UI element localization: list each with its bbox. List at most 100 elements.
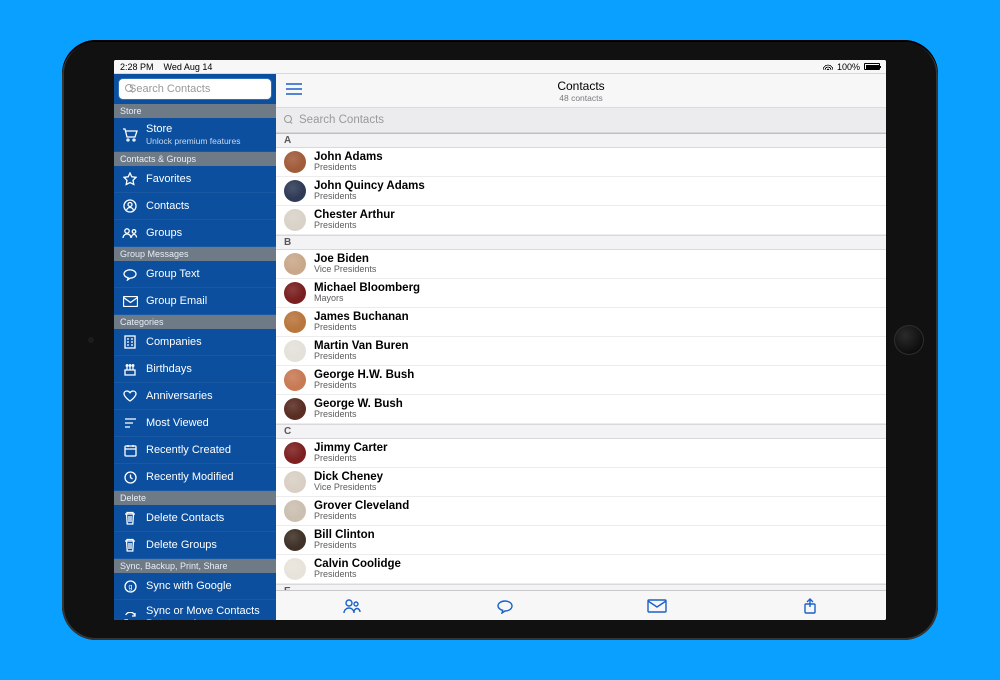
avatar bbox=[284, 398, 306, 420]
tab-email[interactable] bbox=[581, 599, 734, 613]
avatar bbox=[284, 500, 306, 522]
avatar bbox=[284, 340, 306, 362]
contact-row[interactable]: Martin Van BurenPresidents bbox=[276, 337, 886, 366]
sidebar-item-label: Recently Created bbox=[146, 444, 268, 457]
contact-group: Presidents bbox=[314, 352, 409, 361]
sidebar-item[interactable]: Sync or Move Contacts Between Accounts bbox=[114, 600, 276, 620]
sidebar-item[interactable]: Delete Groups bbox=[114, 532, 276, 559]
sidebar-item-label: Most Viewed bbox=[146, 417, 268, 430]
avatar bbox=[284, 180, 306, 202]
sidebar-item-label: Favorites bbox=[146, 173, 268, 186]
google-icon: g bbox=[122, 578, 138, 594]
sidebar-item-label: Birthdays bbox=[146, 363, 268, 376]
avatar bbox=[284, 311, 306, 333]
tab-contacts[interactable] bbox=[276, 598, 429, 614]
sidebar-search-input[interactable] bbox=[129, 83, 271, 95]
tab-messages[interactable] bbox=[429, 598, 582, 614]
camera-dot bbox=[88, 337, 94, 343]
contact-row[interactable]: John Quincy AdamsPresidents bbox=[276, 177, 886, 206]
sidebar-item[interactable]: Group Email bbox=[114, 288, 276, 315]
envelope-icon bbox=[122, 293, 138, 309]
star-icon bbox=[122, 171, 138, 187]
tab-share[interactable] bbox=[734, 598, 887, 614]
main-search-input[interactable] bbox=[299, 114, 878, 126]
sidebar-item[interactable]: Favorites bbox=[114, 166, 276, 193]
sidebar-section-header: Categories bbox=[114, 315, 276, 329]
avatar bbox=[284, 558, 306, 580]
contact-row[interactable]: George H.W. BushPresidents bbox=[276, 366, 886, 395]
contact-row[interactable]: Bill ClintonPresidents bbox=[276, 526, 886, 555]
sidebar-item-label: Groups bbox=[146, 227, 268, 240]
tab-bar bbox=[276, 590, 886, 620]
sidebar-item[interactable]: Delete Contacts bbox=[114, 505, 276, 532]
contact-group: Vice Presidents bbox=[314, 265, 376, 274]
cart-icon bbox=[122, 127, 138, 143]
contact-row[interactable]: John AdamsPresidents bbox=[276, 148, 886, 177]
main-search[interactable] bbox=[276, 108, 886, 132]
section-index-letter: B bbox=[276, 235, 886, 250]
sidebar-section-header: Sync, Backup, Print, Share bbox=[114, 559, 276, 573]
sidebar-item[interactable]: StoreUnlock premium features bbox=[114, 118, 276, 152]
contact-group: Presidents bbox=[314, 192, 425, 201]
sidebar-section-header: Group Messages bbox=[114, 247, 276, 261]
sidebar-item-sublabel: Unlock premium features bbox=[146, 137, 268, 147]
page-title: Contacts bbox=[276, 79, 886, 93]
sidebar-item[interactable]: Companies bbox=[114, 329, 276, 356]
people-icon bbox=[122, 225, 138, 241]
ipad-frame: 2:28 PM Wed Aug 14 100% StoreStoreU bbox=[62, 40, 938, 640]
contact-row[interactable]: Chester ArthurPresidents bbox=[276, 206, 886, 235]
svg-text:g: g bbox=[128, 584, 132, 591]
contact-list[interactable]: AJohn AdamsPresidentsJohn Quincy AdamsPr… bbox=[276, 133, 886, 590]
contact-row[interactable]: Grover ClevelandPresidents bbox=[276, 497, 886, 526]
avatar bbox=[284, 369, 306, 391]
status-left: 2:28 PM Wed Aug 14 bbox=[120, 62, 212, 72]
contact-row[interactable]: Calvin CoolidgePresidents bbox=[276, 555, 886, 584]
sidebar-item-label: Delete Groups bbox=[146, 539, 268, 552]
wifi-icon bbox=[823, 63, 833, 70]
trash-icon bbox=[122, 510, 138, 526]
contact-row[interactable]: James BuchananPresidents bbox=[276, 308, 886, 337]
avatar bbox=[284, 209, 306, 231]
sidebar-search[interactable] bbox=[118, 78, 272, 100]
sidebar-item[interactable]: Recently Created bbox=[114, 437, 276, 464]
sidebar: StoreStoreUnlock premium featuresContact… bbox=[114, 74, 276, 620]
section-index-letter: C bbox=[276, 424, 886, 439]
sidebar-item[interactable]: Birthdays bbox=[114, 356, 276, 383]
sidebar-item[interactable]: Anniversaries bbox=[114, 383, 276, 410]
contact-row[interactable]: Michael BloombergMayors bbox=[276, 279, 886, 308]
battery-percent: 100% bbox=[837, 62, 860, 72]
contact-group: Presidents bbox=[314, 221, 395, 230]
contact-row[interactable]: George W. BushPresidents bbox=[276, 395, 886, 424]
avatar bbox=[284, 253, 306, 275]
contact-group: Presidents bbox=[314, 381, 414, 390]
battery-icon bbox=[864, 63, 880, 70]
screen: 2:28 PM Wed Aug 14 100% StoreStoreU bbox=[114, 60, 886, 620]
status-date: Wed Aug 14 bbox=[164, 62, 213, 72]
sidebar-item-label: Anniversaries bbox=[146, 390, 268, 403]
status-time: 2:28 PM bbox=[120, 62, 154, 72]
sidebar-item[interactable]: Most Viewed bbox=[114, 410, 276, 437]
menu-button[interactable] bbox=[276, 83, 312, 99]
contact-row[interactable]: Dick CheneyVice Presidents bbox=[276, 468, 886, 497]
sidebar-item-label: Group Email bbox=[146, 295, 268, 308]
contact-group: Mayors bbox=[314, 294, 420, 303]
contact-row[interactable]: Joe BidenVice Presidents bbox=[276, 250, 886, 279]
avatar bbox=[284, 151, 306, 173]
main-pane: Contacts 48 contacts AJohn AdamsPresiden… bbox=[276, 74, 886, 620]
contact-group: Presidents bbox=[314, 570, 401, 579]
sidebar-item[interactable]: Contacts bbox=[114, 193, 276, 220]
sidebar-item[interactable]: Recently Modified bbox=[114, 464, 276, 491]
main-header: Contacts 48 contacts bbox=[276, 74, 886, 108]
sidebar-item[interactable]: Groups bbox=[114, 220, 276, 247]
building-icon bbox=[122, 334, 138, 350]
contact-group: Presidents bbox=[314, 454, 388, 463]
trash-icon bbox=[122, 537, 138, 553]
sidebar-item-label: StoreUnlock premium features bbox=[146, 123, 268, 146]
sidebar-item[interactable]: gSync with Google bbox=[114, 573, 276, 600]
home-button[interactable] bbox=[894, 325, 924, 355]
section-index-letter: E bbox=[276, 584, 886, 590]
avatar bbox=[284, 282, 306, 304]
sidebar-item[interactable]: Group Text bbox=[114, 261, 276, 288]
cake-icon bbox=[122, 361, 138, 377]
contact-row[interactable]: Jimmy CarterPresidents bbox=[276, 439, 886, 468]
